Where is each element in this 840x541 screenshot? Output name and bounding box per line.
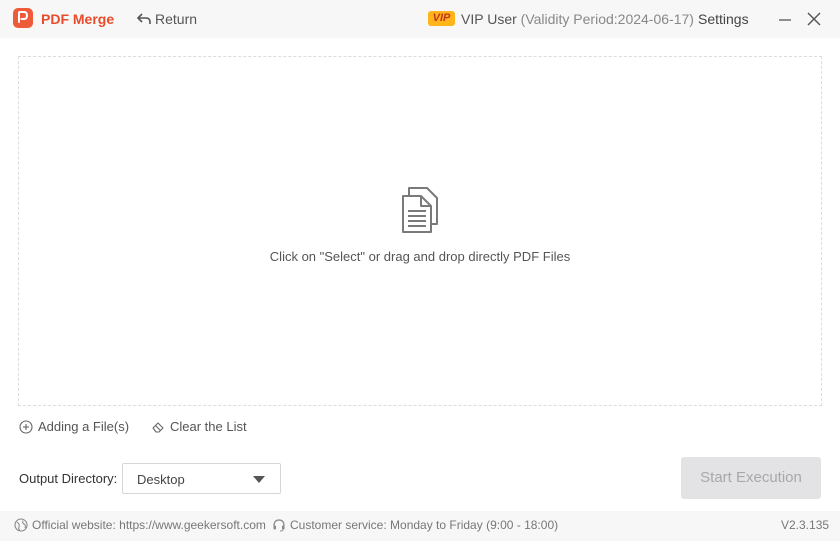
vip-validity: (Validity Period:2024-06-17) (520, 11, 694, 27)
headset-icon (273, 519, 285, 532)
add-files-button[interactable]: Adding a File(s) (19, 419, 129, 434)
minimize-icon[interactable] (776, 11, 794, 29)
clear-list-label: Clear the List (170, 419, 247, 434)
start-execution-button[interactable]: Start Execution (681, 457, 821, 499)
chevron-down-icon (253, 476, 265, 483)
vip-badge: VIP (428, 11, 455, 26)
return-button[interactable]: Return (137, 11, 197, 27)
plus-circle-icon (19, 419, 33, 434)
app-logo-icon (13, 8, 33, 28)
footer-bar: Official website: https://www.geekersoft… (0, 511, 840, 541)
globe-icon (14, 518, 28, 532)
output-directory-select[interactable]: Desktop (122, 463, 281, 494)
output-directory-value: Desktop (137, 472, 185, 487)
file-drop-zone[interactable]: Click on "Select" or drag and drop direc… (18, 56, 822, 406)
official-website-link[interactable]: Official website: https://www.geekersoft… (14, 518, 266, 532)
version-label: V2.3.135 (781, 518, 830, 532)
close-icon[interactable] (805, 10, 823, 28)
document-stack-icon (402, 187, 438, 233)
eraser-icon (152, 421, 164, 433)
customer-service-info: Customer service: Monday to Friday (9:00… (272, 518, 558, 532)
add-files-label: Adding a File(s) (38, 419, 130, 434)
output-directory-label: Output Directory: (19, 471, 118, 486)
drop-hint: Click on "Select" or drag and drop direc… (269, 249, 571, 264)
return-arrow-icon (137, 13, 151, 24)
return-label: Return (155, 11, 198, 27)
customer-service-text: Customer service: Monday to Friday (9:00… (290, 518, 559, 532)
clear-list-button[interactable]: Clear the List (151, 419, 247, 434)
app-title: PDF Merge (41, 11, 115, 27)
vip-user-label: VIP User (461, 11, 517, 27)
title-bar: PDF Merge Return VIP VIP User (Validity … (0, 0, 840, 38)
official-website-text: Official website: https://www.geekersoft… (32, 518, 266, 532)
vip-status: VIP User (Validity Period:2024-06-17) (461, 11, 694, 27)
settings-button[interactable]: Settings (698, 11, 749, 27)
